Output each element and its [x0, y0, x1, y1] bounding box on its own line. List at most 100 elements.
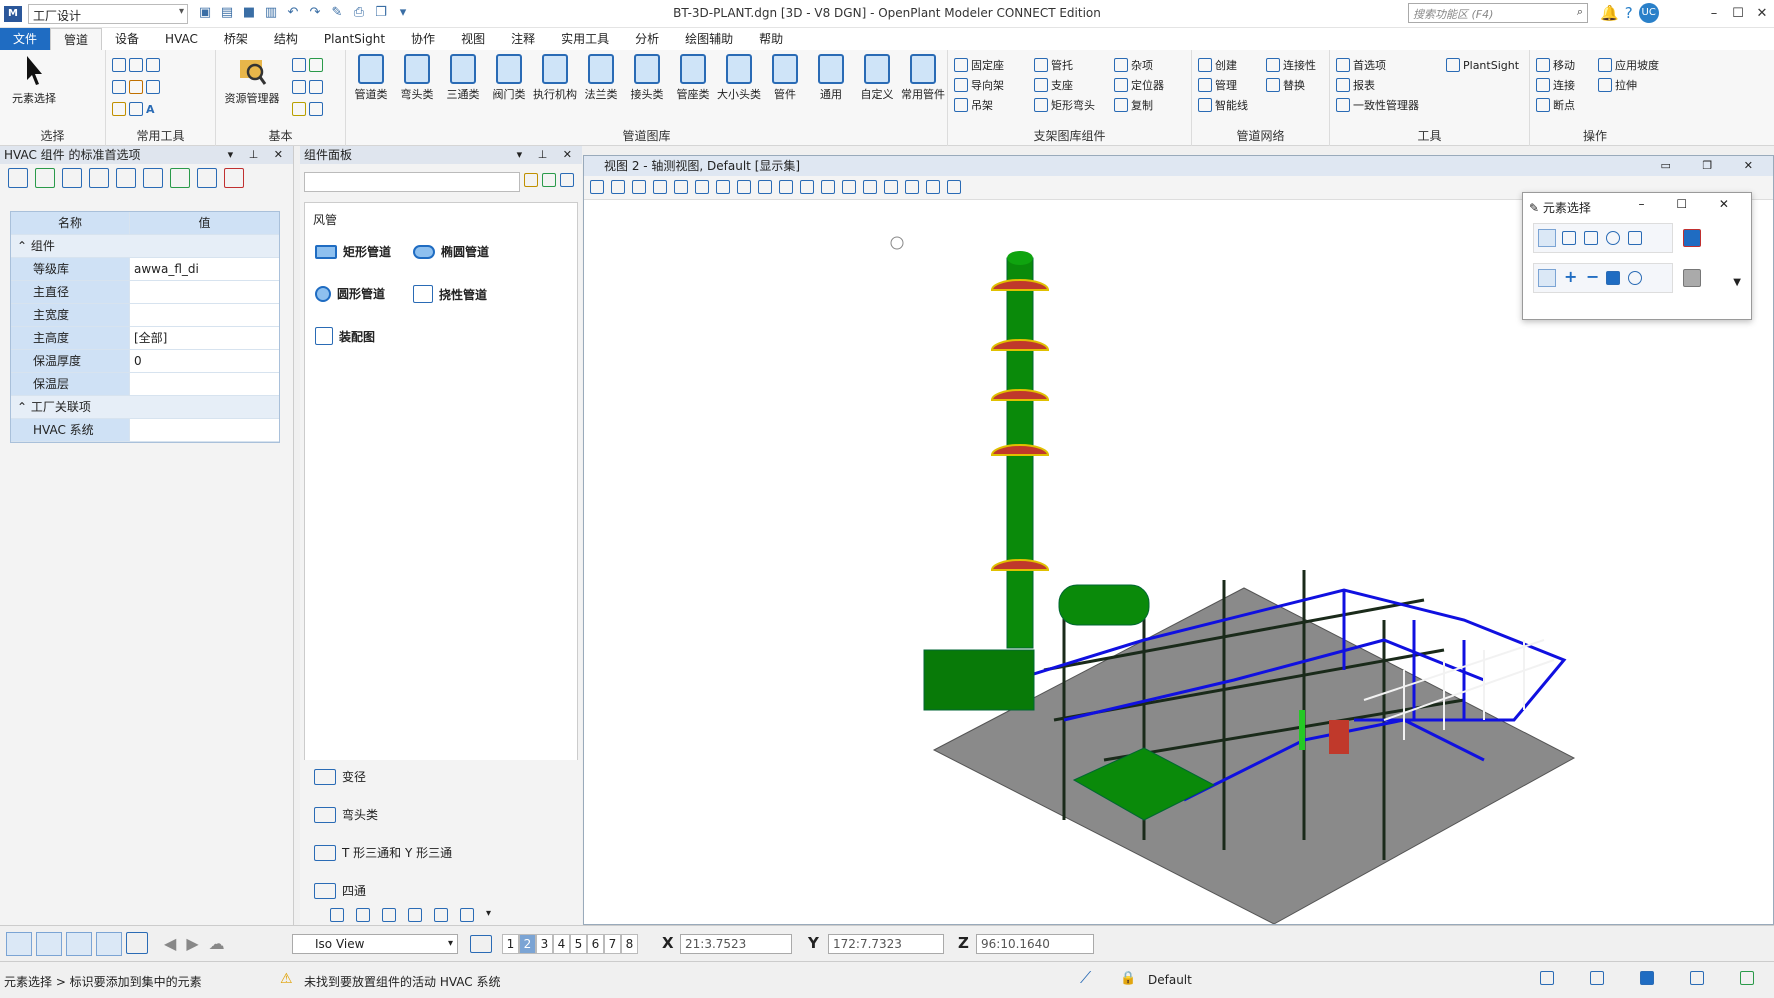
basic-row3[interactable]	[292, 100, 323, 118]
snap-toggle-icon[interactable]	[6, 932, 32, 956]
list-item-cross[interactable]: 四通	[314, 882, 366, 899]
catalog-button-3[interactable]: 阀门类	[486, 54, 532, 102]
maximize-icon[interactable]: ☐	[1726, 0, 1750, 28]
panel-controls[interactable]: ▾ ⊥ ✕	[228, 146, 289, 164]
stack-icon[interactable]	[170, 168, 190, 188]
comp-assembly[interactable]: 装配图	[315, 327, 375, 345]
clip-mask-icon[interactable]	[926, 180, 940, 194]
view-button-5[interactable]: 5	[570, 934, 587, 954]
shape-method-icon[interactable]	[1584, 231, 1598, 245]
property-row[interactable]: 主高度 [全部]	[11, 327, 279, 350]
new-icon[interactable]: ▣	[196, 4, 214, 22]
shape-icon-4[interactable]	[408, 908, 422, 922]
rotate-icon[interactable]	[758, 180, 772, 194]
comp-round-duct[interactable]: 圆形管道	[315, 285, 385, 302]
print-icon[interactable]: ⎙	[350, 4, 368, 22]
ribbon-search-input[interactable]: 搜索功能区 (F4) ⌕	[1408, 3, 1588, 23]
deselect-all-icon[interactable]	[1683, 229, 1701, 247]
window-area-icon[interactable]	[716, 180, 730, 194]
element-selection-dialog[interactable]: ✎ 元素选择 – ☐ ✕ + − ▼	[1522, 192, 1752, 320]
redo-icon[interactable]: ↷	[306, 4, 324, 22]
tab-plantsight[interactable]: PlantSight	[311, 28, 398, 50]
select-all-icon[interactable]	[1683, 269, 1701, 287]
prop-value[interactable]: [全部]	[129, 327, 279, 349]
x-coordinate-field[interactable]: 21:3.7523	[680, 934, 792, 954]
filter-icon[interactable]	[62, 168, 82, 188]
network-item-3[interactable]: 连接性	[1266, 56, 1316, 74]
display-style-icon[interactable]	[611, 180, 625, 194]
zoom-in-icon[interactable]	[674, 180, 688, 194]
view-button-7[interactable]: 7	[604, 934, 621, 954]
basic-row2[interactable]	[292, 78, 323, 96]
property-row[interactable]: 等级库 awwa_fl_di	[11, 258, 279, 281]
element-select-button[interactable]: 元素选择	[6, 54, 62, 106]
individual-method-icon[interactable]	[1538, 229, 1556, 247]
prop-value[interactable]: awwa_fl_di	[129, 258, 279, 280]
comp-oval-duct[interactable]: 椭圆管道	[413, 243, 489, 260]
group-row-component[interactable]: ⌃ 组件	[11, 235, 279, 258]
prop-value[interactable]	[129, 304, 279, 326]
accudraw-icon[interactable]	[36, 932, 62, 956]
catalog-button-1[interactable]: 弯头类	[394, 54, 440, 102]
tee-icon[interactable]	[143, 168, 163, 188]
tool-icon[interactable]	[560, 173, 574, 187]
copy-view-icon[interactable]	[863, 180, 877, 194]
close-icon[interactable]: ✕	[1750, 0, 1774, 28]
save-icon[interactable]: ■	[240, 4, 258, 22]
y-coordinate-field[interactable]: 172:7.7323	[828, 934, 944, 954]
shape-icon-1[interactable]	[330, 908, 344, 922]
notification-icon[interactable]: 🔔	[1600, 4, 1619, 22]
ops-item-3[interactable]: 应用坡度	[1598, 56, 1659, 74]
comp-search-input[interactable]	[304, 172, 520, 192]
z-coordinate-field[interactable]: 96:10.1640	[976, 934, 1094, 954]
walk-icon[interactable]	[800, 180, 814, 194]
view-groups-icon[interactable]	[470, 935, 492, 953]
basic-row1[interactable]	[292, 56, 323, 74]
user-avatar[interactable]: UC	[1638, 3, 1659, 23]
property-row[interactable]: 主宽度	[11, 304, 279, 327]
block-method-icon[interactable]	[1562, 231, 1576, 245]
light-icon[interactable]	[632, 180, 646, 194]
group-row-plant[interactable]: ⌃ 工厂关联项	[11, 396, 279, 419]
next-view-icon[interactable]	[842, 180, 856, 194]
catalog-button-0[interactable]: 管道类	[348, 54, 394, 102]
catalog-button-7[interactable]: 管座类	[670, 54, 716, 102]
dialog-controls[interactable]: – ☐ ✕	[1639, 197, 1743, 211]
support-item-8[interactable]: 复制	[1114, 96, 1153, 114]
catalog-button-9[interactable]: 管件	[762, 54, 808, 102]
status-tool-1-icon[interactable]	[1540, 971, 1554, 985]
explorer-button[interactable]: 资源管理器	[220, 54, 284, 106]
view-button-1[interactable]: 1	[502, 934, 519, 954]
tab-view[interactable]: 视图	[448, 28, 498, 50]
tab-drawing-aids[interactable]: 绘图辅助	[672, 28, 746, 50]
tab-file[interactable]: 文件	[0, 28, 51, 50]
tab-help[interactable]: 帮助	[746, 28, 796, 50]
filter-tag-icon[interactable]	[524, 173, 538, 187]
view-button-4[interactable]: 4	[553, 934, 570, 954]
circle-method-icon[interactable]	[1606, 231, 1620, 245]
save-as-icon[interactable]: ▥	[262, 4, 280, 22]
search-icon[interactable]: ⌕	[1577, 5, 1583, 19]
expand-chevron-icon[interactable]: ▼	[1733, 277, 1741, 288]
subtract-mode-icon[interactable]: −	[1586, 267, 1599, 286]
property-row[interactable]: 主直径	[11, 281, 279, 304]
support-item-7[interactable]: 定位器	[1114, 76, 1164, 94]
export-icon[interactable]	[35, 168, 55, 188]
copy-icon[interactable]: ❐	[372, 4, 390, 22]
add-mode-icon[interactable]: +	[1564, 267, 1577, 286]
grid-view-icon[interactable]	[8, 168, 28, 188]
prop-value[interactable]	[129, 419, 279, 441]
tab-structure[interactable]: 结构	[261, 28, 311, 50]
overflow-chevron-icon[interactable]: ▾	[486, 908, 491, 922]
view-button-6[interactable]: 6	[587, 934, 604, 954]
property-row[interactable]: 保温层	[11, 373, 279, 396]
shape-icon-3[interactable]	[382, 908, 396, 922]
display-set-icon[interactable]	[947, 180, 961, 194]
more-icon[interactable]: ▾	[394, 4, 412, 22]
clip-volume-icon[interactable]	[905, 180, 919, 194]
lock-icon[interactable]: 🔒	[1120, 971, 1136, 986]
catalog-button-5[interactable]: 法兰类	[578, 54, 624, 102]
shape-icon-5[interactable]	[434, 908, 448, 922]
shape-icon-2[interactable]	[356, 908, 370, 922]
tab-utilities[interactable]: 实用工具	[548, 28, 622, 50]
